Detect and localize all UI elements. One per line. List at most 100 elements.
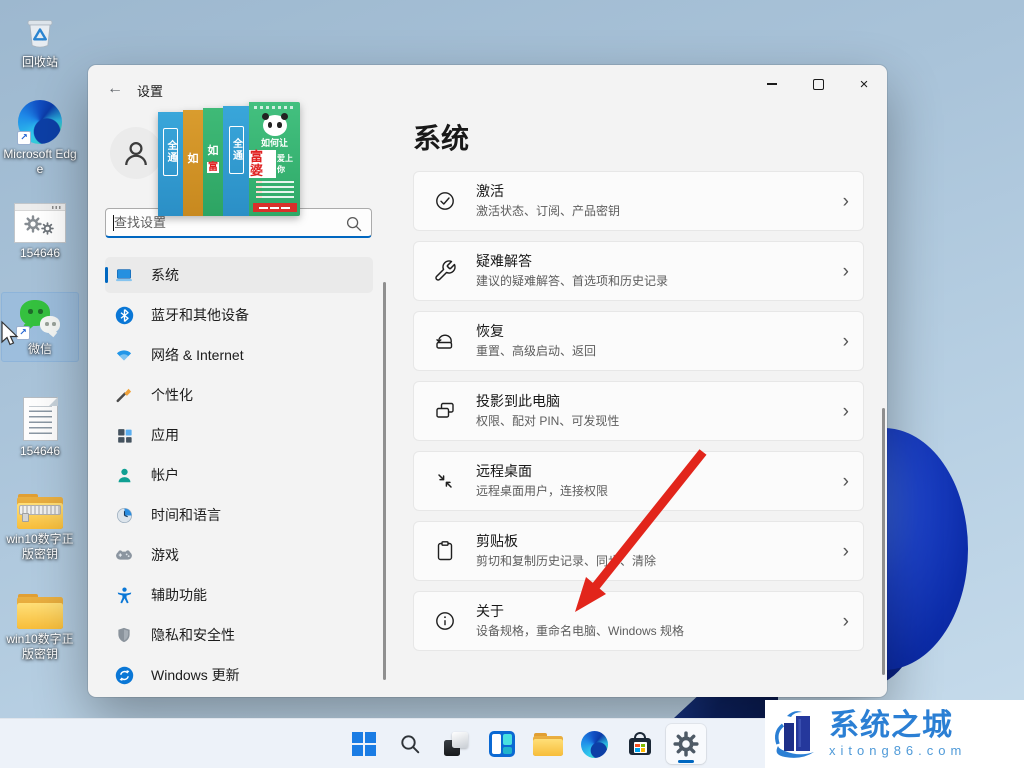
page-title: 系统 — [413, 123, 470, 154]
card-title: 投影到此电脑 — [476, 392, 560, 409]
sync-arrows-icon — [114, 665, 134, 685]
watermark-text: 系统之城 xitong86.com — [829, 710, 966, 759]
sidebar-item-network[interactable]: 网络 & Internet — [105, 337, 373, 373]
sidebar-item-apps[interactable]: 应用 — [105, 417, 373, 453]
card-title: 剪贴板 — [476, 532, 518, 549]
search-icon — [401, 735, 420, 754]
card-text: 疑难解答 建议的疑难解答、首选项和历史记录 — [476, 253, 668, 290]
card-text: 投影到此电脑 权限、配对 PIN、可发现性 — [476, 393, 619, 430]
sidebar-item-privacy[interactable]: 隐私和安全性 — [105, 617, 373, 653]
desktop-icon-154646-app[interactable]: 154646 — [2, 203, 78, 261]
book-title-small: 爱上你 — [276, 154, 293, 175]
book-spine-text: 全通 — [228, 126, 244, 174]
folder-front — [17, 603, 63, 629]
taskbar-widgets-button[interactable] — [482, 724, 522, 764]
close-button[interactable]: × — [841, 65, 887, 103]
cover-decoration — [255, 195, 294, 199]
active-app-indicator — [678, 759, 694, 763]
card-text: 剪贴板 剪切和复制历史记录、同步、清除 — [476, 533, 656, 570]
wechat-eye — [28, 309, 33, 314]
desktop-icon-wechat[interactable]: ↗ 微信 — [1, 292, 79, 362]
minimize-icon — [767, 83, 777, 85]
text-lines — [28, 406, 52, 434]
card-subtitle: 重置、高级启动、返回 — [476, 344, 597, 359]
card-subtitle: 设备规格，重命名电脑、Windows 规格 — [476, 624, 685, 639]
desktop-icon-recycle-bin[interactable]: 回收站 — [2, 12, 78, 70]
game-controller-icon — [114, 545, 134, 565]
maximize-button[interactable] — [795, 65, 841, 103]
desktop-icon-label: Microsoft Edge — [3, 147, 77, 176]
recovery-arrow-icon — [432, 328, 458, 354]
sidebar-item-time-language[interactable]: 时间和语言 — [105, 497, 373, 533]
settings-card-remote-desktop[interactable]: 远程桌面 远程桌面用户，连接权限 › — [413, 451, 864, 511]
sidebar-nav: 系统 蓝牙和其他设备 网络 & Internet 个性化 应用 帐户 时间和语言… — [105, 257, 373, 697]
search-icon[interactable] — [344, 214, 364, 234]
paintbrush-icon — [114, 385, 134, 405]
taskbar-start-button[interactable] — [344, 724, 384, 764]
taskbar-search-button[interactable] — [390, 724, 430, 764]
sidebar-item-label: 个性化 — [151, 387, 193, 403]
desktop-icon-win10-key-zip[interactable]: win10数字正版密钥 — [2, 494, 78, 562]
apps-grid-icon — [114, 425, 134, 445]
sidebar-scrollbar[interactable] — [383, 282, 386, 680]
book-title-line: 富婆 爱上你 — [249, 149, 300, 179]
taskbar-icons — [344, 724, 706, 764]
taskbar-edge-button[interactable] — [574, 724, 614, 764]
content-scrollbar[interactable] — [882, 408, 885, 675]
desktop-icon-edge[interactable]: ↗ Microsoft Edge — [2, 100, 78, 177]
card-title: 关于 — [476, 602, 504, 619]
desktop-icon-label: 微信 — [27, 342, 52, 356]
settings-card-troubleshoot[interactable]: 疑难解答 建议的疑难解答、首选项和历史记录 › — [413, 241, 864, 301]
folded-corner — [48, 397, 58, 406]
ellipsis-icon — [52, 206, 62, 209]
cover-decoration — [253, 106, 296, 109]
desktop-icon-154646-file[interactable]: 154646 — [2, 397, 78, 459]
desktop-icon-label: 154646 — [19, 246, 61, 260]
settings-cards: 激活 激活状态、订阅、产品密钥 › 疑难解答 建议的疑难解答、首选项和历史记录 … — [413, 171, 864, 661]
desktop-icon-win10-key-folder[interactable]: win10数字正版密钥 — [2, 594, 78, 662]
sidebar-item-label: Windows 更新 — [151, 667, 240, 683]
card-title: 激活 — [476, 182, 504, 199]
sidebar-item-accessibility[interactable]: 辅助功能 — [105, 577, 373, 613]
card-subtitle: 剪切和复制历史记录、同步、清除 — [476, 554, 657, 569]
taskbar-file-explorer-button[interactable] — [528, 724, 568, 764]
sidebar-item-accounts[interactable]: 帐户 — [105, 457, 373, 493]
sidebar-item-label: 网络 & Internet — [151, 347, 244, 363]
sidebar-item-bluetooth[interactable]: 蓝牙和其他设备 — [105, 297, 373, 333]
settings-card-projection[interactable]: 投影到此电脑 权限、配对 PIN、可发现性 › — [413, 381, 864, 441]
watermark-logo — [775, 711, 814, 758]
book-spine: 全通 — [223, 106, 249, 216]
card-subtitle: 建议的疑难解答、首选项和历史记录 — [476, 274, 669, 289]
taskbar-settings-button[interactable] — [666, 724, 706, 764]
settings-card-clipboard[interactable]: 剪贴板 剪切和复制历史记录、同步、清除 › — [413, 521, 864, 581]
sidebar-item-system[interactable]: 系统 — [105, 257, 373, 293]
book-spine-text: 如 — [187, 153, 199, 165]
remote-arrows-icon — [432, 468, 458, 494]
cover-decoration — [252, 203, 297, 212]
selected-indicator — [105, 267, 108, 283]
back-button[interactable]: ← — [102, 77, 128, 101]
minimize-button[interactable] — [749, 65, 795, 103]
settings-card-about[interactable]: 关于 设备规格，重命名电脑、Windows 规格 › — [413, 591, 864, 651]
settings-card-activation[interactable]: 激活 激活状态、订阅、产品密钥 › — [413, 171, 864, 231]
card-text: 激活 激活状态、订阅、产品密钥 — [476, 183, 620, 220]
sidebar-item-gaming[interactable]: 游戏 — [105, 537, 373, 573]
avatar[interactable] — [110, 127, 162, 179]
wrench-icon — [432, 258, 458, 284]
wechat-bubble-small — [40, 316, 60, 333]
sidebar-item-personalization[interactable]: 个性化 — [105, 377, 373, 413]
settings-card-recovery[interactable]: 恢复 重置、高级启动、返回 › — [413, 311, 864, 371]
profile-books-image: 全通 如 如富 全通 如何让 富婆 爱上你 — [158, 98, 300, 216]
taskbar-task-view-button[interactable] — [436, 724, 476, 764]
sidebar-item-label: 帐户 — [151, 467, 179, 483]
recycle-bin-icon — [27, 20, 53, 48]
sidebar-item-label: 应用 — [151, 427, 179, 443]
accessibility-person-icon — [114, 585, 134, 605]
back-icon: ← — [107, 80, 123, 97]
taskbar-store-button[interactable] — [620, 724, 660, 764]
task-view-icon — [443, 731, 469, 757]
widgets-icon — [489, 731, 515, 757]
sidebar-item-label: 系统 — [151, 267, 179, 283]
sidebar-item-windows-update[interactable]: Windows 更新 — [105, 657, 373, 693]
card-text: 远程桌面 远程桌面用户，连接权限 — [476, 463, 608, 500]
